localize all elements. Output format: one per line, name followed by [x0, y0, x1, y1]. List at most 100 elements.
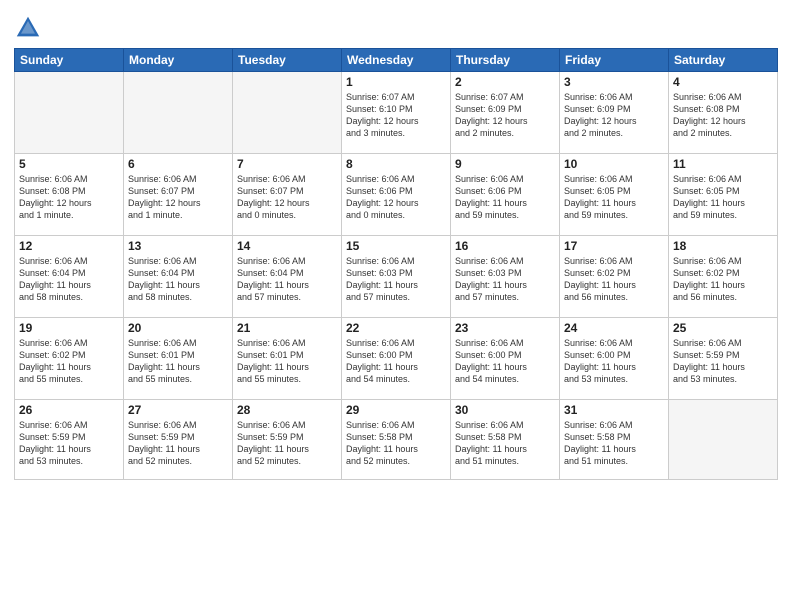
day-info: Sunrise: 6:06 AM Sunset: 6:04 PM Dayligh…: [237, 255, 337, 304]
calendar-cell: 5 Sunrise: 6:06 AM Sunset: 6:08 PM Daylig…: [15, 154, 124, 236]
calendar-header-friday: Friday: [560, 49, 669, 72]
calendar-header-row: SundayMondayTuesdayWednesdayThursdayFrid…: [15, 49, 778, 72]
calendar-cell: 18Sunrise: 6:06 AM Sunset: 6:02 PM Dayli…: [669, 236, 778, 318]
day-number: 28: [237, 403, 337, 417]
calendar-header-tuesday: Tuesday: [233, 49, 342, 72]
calendar-week-row: 5 Sunrise: 6:06 AM Sunset: 6:08 PM Daylig…: [15, 154, 778, 236]
day-number: 6: [128, 157, 228, 171]
day-number: 31: [564, 403, 664, 417]
calendar-cell: 12 Sunrise: 6:06 AM Sunset: 6:04 PM Dayli…: [15, 236, 124, 318]
day-info: Sunrise: 6:06 AM Sunset: 6:06 PM Dayligh…: [455, 173, 555, 222]
calendar-cell: 28Sunrise: 6:06 AM Sunset: 5:59 PM Dayli…: [233, 400, 342, 480]
day-info: Sunrise: 6:06 AM Sunset: 6:03 PM Dayligh…: [455, 255, 555, 304]
day-number: 10: [564, 157, 664, 171]
calendar-header-saturday: Saturday: [669, 49, 778, 72]
day-info: Sunrise: 6:06 AM Sunset: 5:59 PM Dayligh…: [128, 419, 228, 468]
day-info: Sunrise: 6:06 AM Sunset: 5:59 PM Dayligh…: [19, 419, 119, 468]
calendar-cell: 30 Sunrise: 6:06 AM Sunset: 5:58 PM Dayli…: [451, 400, 560, 480]
day-number: 29: [346, 403, 446, 417]
day-info: Sunrise: 6:06 AM Sunset: 5:58 PM Dayligh…: [346, 419, 446, 468]
day-info: Sunrise: 6:06 AM Sunset: 6:00 PM Dayligh…: [564, 337, 664, 386]
calendar-cell: 4Sunrise: 6:06 AM Sunset: 6:08 PM Daylig…: [669, 72, 778, 154]
day-info: Sunrise: 6:06 AM Sunset: 5:59 PM Dayligh…: [673, 337, 773, 386]
calendar-week-row: 26 Sunrise: 6:06 AM Sunset: 5:59 PM Dayli…: [15, 400, 778, 480]
calendar-cell: 10 Sunrise: 6:06 AM Sunset: 6:05 PM Dayli…: [560, 154, 669, 236]
calendar-cell: [669, 400, 778, 480]
day-number: 11: [673, 157, 773, 171]
calendar: SundayMondayTuesdayWednesdayThursdayFrid…: [14, 48, 778, 480]
day-number: 25: [673, 321, 773, 335]
day-number: 30: [455, 403, 555, 417]
day-number: 22: [346, 321, 446, 335]
calendar-cell: 15 Sunrise: 6:06 AM Sunset: 6:03 PM Dayli…: [342, 236, 451, 318]
calendar-week-row: 19Sunrise: 6:06 AM Sunset: 6:02 PM Dayli…: [15, 318, 778, 400]
day-number: 27: [128, 403, 228, 417]
header: [14, 10, 778, 42]
calendar-cell: 29 Sunrise: 6:06 AM Sunset: 5:58 PM Dayli…: [342, 400, 451, 480]
day-number: 18: [673, 239, 773, 253]
day-info: Sunrise: 6:06 AM Sunset: 6:05 PM Dayligh…: [673, 173, 773, 222]
calendar-cell: 31 Sunrise: 6:06 AM Sunset: 5:58 PM Dayli…: [560, 400, 669, 480]
day-info: Sunrise: 6:06 AM Sunset: 5:58 PM Dayligh…: [564, 419, 664, 468]
day-number: 15: [346, 239, 446, 253]
calendar-cell: 23Sunrise: 6:06 AM Sunset: 6:00 PM Dayli…: [451, 318, 560, 400]
calendar-header-thursday: Thursday: [451, 49, 560, 72]
day-number: 7: [237, 157, 337, 171]
calendar-cell: 9Sunrise: 6:06 AM Sunset: 6:06 PM Daylig…: [451, 154, 560, 236]
day-info: Sunrise: 6:06 AM Sunset: 6:06 PM Dayligh…: [346, 173, 446, 222]
calendar-cell: 7 Sunrise: 6:06 AM Sunset: 6:07 PM Daylig…: [233, 154, 342, 236]
day-info: Sunrise: 6:06 AM Sunset: 6:07 PM Dayligh…: [237, 173, 337, 222]
day-number: 2: [455, 75, 555, 89]
day-number: 14: [237, 239, 337, 253]
day-number: 26: [19, 403, 119, 417]
calendar-cell: 13 Sunrise: 6:06 AM Sunset: 6:04 PM Dayli…: [124, 236, 233, 318]
calendar-cell: [15, 72, 124, 154]
day-info: Sunrise: 6:07 AM Sunset: 6:10 PM Dayligh…: [346, 91, 446, 140]
calendar-cell: [233, 72, 342, 154]
calendar-cell: 25 Sunrise: 6:06 AM Sunset: 5:59 PM Dayli…: [669, 318, 778, 400]
calendar-cell: 2Sunrise: 6:07 AM Sunset: 6:09 PM Daylig…: [451, 72, 560, 154]
logo: [14, 14, 44, 42]
day-number: 3: [564, 75, 664, 89]
calendar-header-wednesday: Wednesday: [342, 49, 451, 72]
day-number: 1: [346, 75, 446, 89]
day-number: 16: [455, 239, 555, 253]
day-info: Sunrise: 6:06 AM Sunset: 6:04 PM Dayligh…: [19, 255, 119, 304]
main-container: SundayMondayTuesdayWednesdayThursdayFrid…: [0, 0, 792, 490]
day-number: 17: [564, 239, 664, 253]
day-number: 20: [128, 321, 228, 335]
day-number: 12: [19, 239, 119, 253]
day-info: Sunrise: 6:06 AM Sunset: 6:01 PM Dayligh…: [237, 337, 337, 386]
day-info: Sunrise: 6:06 AM Sunset: 6:01 PM Dayligh…: [128, 337, 228, 386]
day-info: Sunrise: 6:06 AM Sunset: 6:07 PM Dayligh…: [128, 173, 228, 222]
calendar-cell: 26 Sunrise: 6:06 AM Sunset: 5:59 PM Dayli…: [15, 400, 124, 480]
calendar-week-row: 1 Sunrise: 6:07 AM Sunset: 6:10 PM Daylig…: [15, 72, 778, 154]
day-info: Sunrise: 6:06 AM Sunset: 6:05 PM Dayligh…: [564, 173, 664, 222]
day-number: 21: [237, 321, 337, 335]
day-info: Sunrise: 6:06 AM Sunset: 6:03 PM Dayligh…: [346, 255, 446, 304]
calendar-cell: 14 Sunrise: 6:06 AM Sunset: 6:04 PM Dayli…: [233, 236, 342, 318]
calendar-cell: [124, 72, 233, 154]
day-info: Sunrise: 6:06 AM Sunset: 6:04 PM Dayligh…: [128, 255, 228, 304]
day-info: Sunrise: 6:06 AM Sunset: 6:00 PM Dayligh…: [346, 337, 446, 386]
day-number: 5: [19, 157, 119, 171]
calendar-cell: 21 Sunrise: 6:06 AM Sunset: 6:01 PM Dayli…: [233, 318, 342, 400]
calendar-cell: 11 Sunrise: 6:06 AM Sunset: 6:05 PM Dayli…: [669, 154, 778, 236]
day-info: Sunrise: 6:06 AM Sunset: 6:02 PM Dayligh…: [564, 255, 664, 304]
day-number: 19: [19, 321, 119, 335]
calendar-cell: 8Sunrise: 6:06 AM Sunset: 6:06 PM Daylig…: [342, 154, 451, 236]
day-info: Sunrise: 6:06 AM Sunset: 6:09 PM Dayligh…: [564, 91, 664, 140]
calendar-cell: 17 Sunrise: 6:06 AM Sunset: 6:02 PM Dayli…: [560, 236, 669, 318]
calendar-cell: 22 Sunrise: 6:06 AM Sunset: 6:00 PM Dayli…: [342, 318, 451, 400]
day-number: 13: [128, 239, 228, 253]
calendar-cell: 3 Sunrise: 6:06 AM Sunset: 6:09 PM Daylig…: [560, 72, 669, 154]
calendar-cell: 24Sunrise: 6:06 AM Sunset: 6:00 PM Dayli…: [560, 318, 669, 400]
logo-icon: [14, 14, 42, 42]
calendar-cell: 16 Sunrise: 6:06 AM Sunset: 6:03 PM Dayli…: [451, 236, 560, 318]
day-info: Sunrise: 6:06 AM Sunset: 6:08 PM Dayligh…: [19, 173, 119, 222]
day-info: Sunrise: 6:06 AM Sunset: 5:58 PM Dayligh…: [455, 419, 555, 468]
day-info: Sunrise: 6:06 AM Sunset: 6:08 PM Dayligh…: [673, 91, 773, 140]
day-number: 23: [455, 321, 555, 335]
calendar-week-row: 12 Sunrise: 6:06 AM Sunset: 6:04 PM Dayli…: [15, 236, 778, 318]
calendar-cell: 6 Sunrise: 6:06 AM Sunset: 6:07 PM Daylig…: [124, 154, 233, 236]
